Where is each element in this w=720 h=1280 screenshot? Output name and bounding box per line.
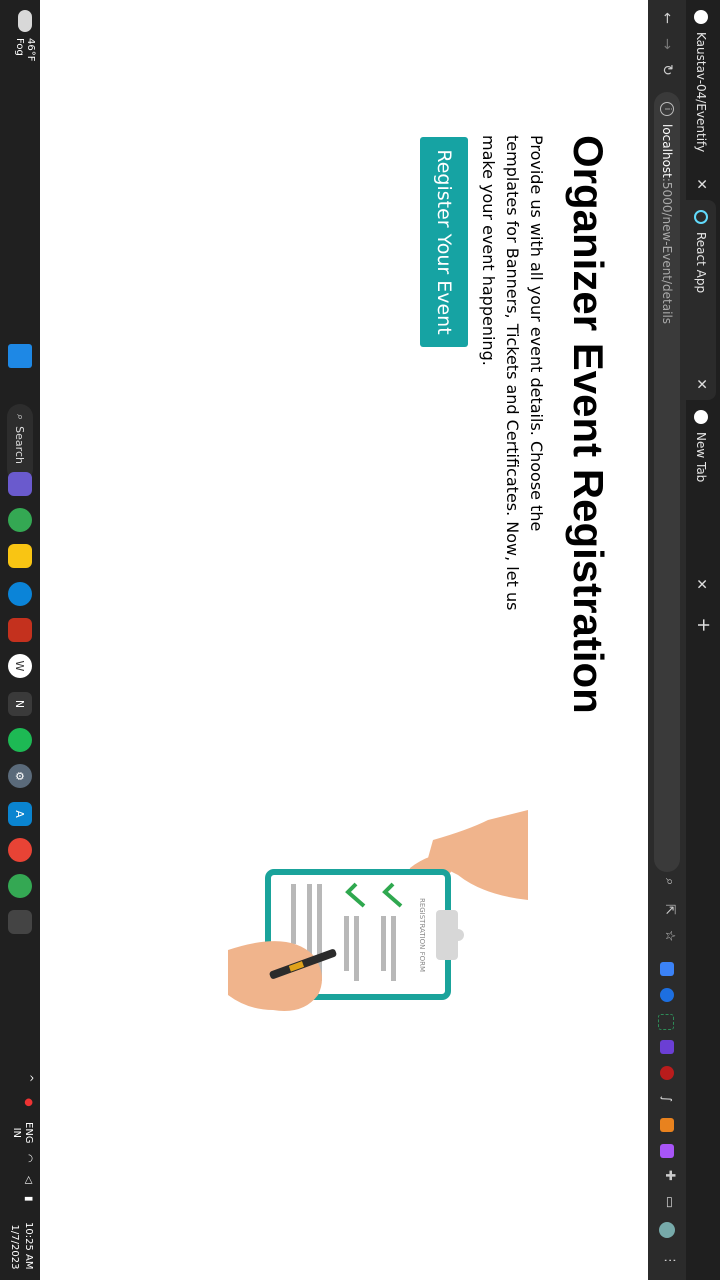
taskbar-search[interactable]: ⌕ Search: [7, 404, 33, 482]
tab-label: Kaustav-04/Eventify: [694, 32, 708, 153]
clock[interactable]: 10:25 AM 1/7/2023: [7, 1222, 35, 1269]
extension-icon[interactable]: [660, 1144, 674, 1158]
tab-label: React App: [694, 232, 708, 294]
extension-icon[interactable]: [660, 1040, 674, 1054]
search-label: Search: [13, 426, 27, 464]
sidepanel-icon[interactable]: ▭: [662, 1196, 677, 1208]
chrome-icon: [694, 410, 708, 424]
weather-temp: 46°F: [25, 38, 36, 62]
zoom-icon[interactable]: ⌕: [662, 878, 677, 885]
language-indicator[interactable]: ENG IN: [10, 1122, 34, 1144]
share-icon[interactable]: ⇱: [662, 904, 677, 915]
windows-taskbar: 46°F Fog ⌕ Search W N ⚙ A ^ ● ENG IN ◠ ◁…: [0, 0, 40, 1280]
extension-icon[interactable]: [660, 1066, 674, 1080]
reload-icon[interactable]: ↻: [657, 60, 677, 80]
extension-icon[interactable]: ∫: [660, 1092, 674, 1106]
volume-icon[interactable]: ◁: [23, 1176, 34, 1184]
tab-bar: Kaustav-04/Eventify ✕ React App ✕ New Ta…: [686, 0, 720, 1280]
illustration-label: REGISTRATION FORM: [418, 898, 426, 972]
time: 10:25 AM: [23, 1222, 34, 1270]
forward-icon[interactable]: →: [657, 34, 677, 54]
react-icon: [694, 210, 708, 224]
tab-new-tab[interactable]: New Tab ✕: [686, 400, 716, 600]
close-tab-icon[interactable]: ✕: [693, 178, 709, 190]
notion-icon[interactable]: N: [8, 692, 32, 716]
wifi-icon[interactable]: ◠: [23, 1154, 34, 1163]
chrome-icon[interactable]: [8, 508, 32, 532]
close-tab-icon[interactable]: ✕: [693, 578, 709, 590]
tray-app-icon[interactable]: ●: [23, 1098, 34, 1107]
address-bar[interactable]: i localhost:5000/new-Event/details: [654, 92, 680, 872]
registration-form-illustration: REGISTRATION FORM: [228, 810, 528, 1011]
extension-icon[interactable]: [658, 1014, 674, 1030]
toolbar: ← → ↻ i localhost:5000/new-Event/details…: [648, 0, 686, 1280]
language-code: ENG: [23, 1122, 34, 1144]
azure-icon[interactable]: A: [8, 802, 32, 826]
teams-icon[interactable]: [8, 472, 32, 496]
metamask-icon[interactable]: [660, 1118, 674, 1132]
weather-widget[interactable]: 46°F Fog: [14, 10, 36, 61]
chrome-profile-icon[interactable]: [8, 838, 32, 862]
site-info-icon[interactable]: i: [660, 102, 674, 116]
tab-react-app[interactable]: React App ✕: [686, 200, 716, 400]
new-tab-button[interactable]: +: [692, 614, 714, 636]
bookmark-star-icon[interactable]: ☆: [662, 930, 677, 942]
screen: Kaustav-04/Eventify ✕ React App ✕ New Ta…: [0, 0, 720, 1280]
settings-gear-icon[interactable]: ⚙: [8, 764, 32, 788]
extension-icon[interactable]: [660, 962, 674, 976]
weather-condition: Fog: [14, 38, 25, 56]
edge-icon[interactable]: [8, 582, 32, 606]
windows-start-icon[interactable]: [8, 344, 32, 368]
url-path: :5000/new-Event/details: [660, 177, 674, 325]
region-code: IN: [11, 1127, 22, 1138]
tab-github[interactable]: Kaustav-04/Eventify ✕: [686, 0, 716, 200]
github-icon: [694, 10, 708, 24]
back-icon[interactable]: ←: [657, 8, 677, 28]
page-content: Organizer Event Registration Provide us …: [130, 0, 648, 1280]
battery-icon[interactable]: ▮: [23, 1196, 34, 1202]
menu-icon[interactable]: ⋮: [662, 1254, 677, 1267]
chevron-up-icon[interactable]: ^: [23, 1074, 34, 1082]
snipping-tool-icon[interactable]: [8, 910, 32, 934]
fog-icon: [18, 10, 32, 32]
search-icon: ⌕: [14, 414, 27, 421]
office-icon[interactable]: [8, 618, 32, 642]
app-icon[interactable]: W: [8, 654, 32, 678]
close-tab-icon[interactable]: ✕: [693, 378, 709, 390]
page-title: Organizer Event Registration: [565, 135, 612, 714]
file-explorer-icon[interactable]: [8, 544, 32, 568]
chrome-profile-icon[interactable]: [8, 874, 32, 898]
extension-icon[interactable]: [660, 988, 674, 1002]
tab-label: New Tab: [694, 432, 708, 483]
date: 1/7/2023: [9, 1224, 20, 1270]
avatar[interactable]: [659, 1222, 675, 1238]
register-event-button[interactable]: Register Your Event: [420, 137, 468, 347]
extensions-puzzle-icon[interactable]: ✚: [662, 1170, 677, 1181]
page-description: Provide us with all your event details. …: [479, 135, 546, 611]
spotify-icon[interactable]: [8, 728, 32, 752]
url-host: localhost: [660, 124, 674, 178]
